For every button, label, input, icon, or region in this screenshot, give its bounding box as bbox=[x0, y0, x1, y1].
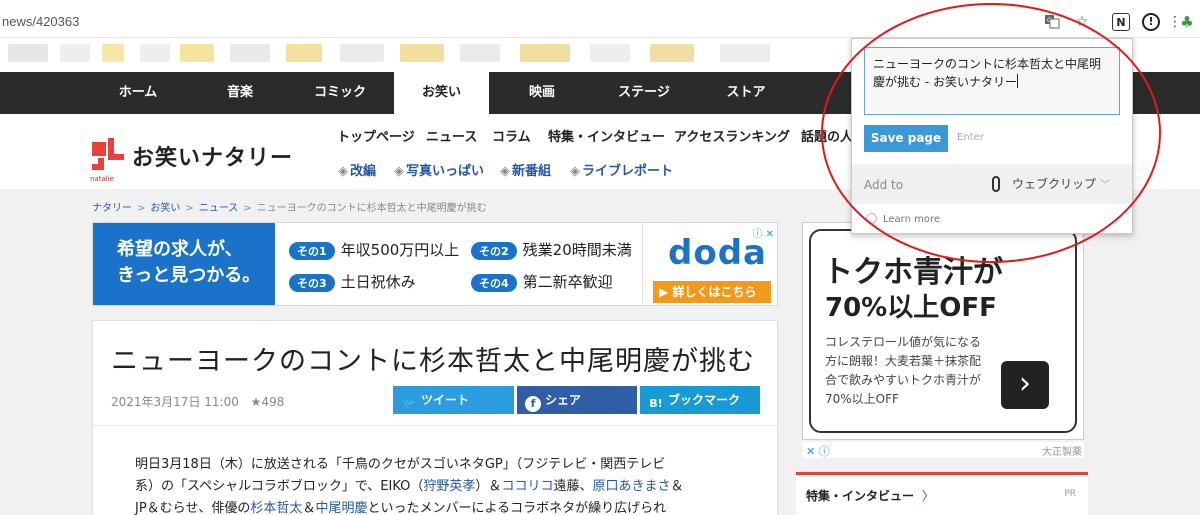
tweet-button[interactable]: 🐦 ツイート bbox=[393, 386, 514, 414]
facebook-share-button[interactable]: f シェア bbox=[517, 386, 637, 414]
doda-item-2: その2 残業20時間未満 bbox=[471, 239, 632, 260]
blurred-bookmark[interactable] bbox=[340, 44, 384, 62]
doda-item-4: その4 第二新卒歓迎 bbox=[471, 271, 613, 292]
article-divider bbox=[93, 425, 777, 426]
doda-ad-banner[interactable]: 希望の求人が、 きっと見つかる。 その1 年収500万円以上 その2 残業20時間未… bbox=[92, 222, 778, 306]
chevron-right-icon[interactable]: › bbox=[1001, 361, 1049, 409]
submenu-photos[interactable]: ◈ 写真いっぱい bbox=[394, 160, 484, 179]
doda-headline: 希望の求人が、 きっと見つかる。 bbox=[93, 223, 275, 305]
tag-icon: ◈ bbox=[500, 164, 510, 179]
submenu-new-shows[interactable]: ◈ 新番組 bbox=[500, 160, 551, 179]
blurred-bookmark[interactable] bbox=[286, 44, 322, 62]
blurred-bookmark[interactable] bbox=[60, 44, 90, 62]
nav-store[interactable]: ストア bbox=[706, 72, 786, 114]
pr-label: PR bbox=[1064, 489, 1076, 499]
article-card: ニューヨークのコントに杉本哲太と中尾明慶が挑む 2021年3月17日 11:00… bbox=[92, 320, 778, 515]
ad-footer: ✕ ⓘ 大正製薬 bbox=[802, 442, 1084, 458]
tag-icon: ◈ bbox=[338, 164, 348, 179]
facebook-icon: f bbox=[525, 396, 541, 412]
doda-cta-button[interactable]: ▶ 詳しくはこちら bbox=[653, 281, 771, 303]
blurred-bookmark[interactable] bbox=[140, 44, 170, 62]
annotation-circle bbox=[821, 3, 1161, 263]
blurred-bookmark[interactable] bbox=[590, 44, 630, 62]
nav-home[interactable]: ホーム bbox=[98, 72, 178, 114]
link-kano-eiko[interactable]: 狩野英孝 bbox=[423, 479, 475, 494]
doda-brand-panel: doda ▶ 詳しくはこちら ⓘ ✕ bbox=[642, 223, 777, 305]
breadcrumb-owarai[interactable]: お笑い bbox=[150, 203, 180, 214]
menu-column[interactable]: コラム bbox=[492, 126, 531, 145]
breadcrumb-natalie[interactable]: ナタリー bbox=[92, 203, 132, 214]
doda-item-3: その3 土日祝休み bbox=[289, 271, 416, 292]
menu-interview[interactable]: 特集・インタビュー bbox=[548, 126, 665, 145]
doda-item-1: その1 年収500万円以上 bbox=[289, 239, 459, 260]
nav-music[interactable]: 音楽 bbox=[200, 72, 280, 114]
article-stars: ★498 bbox=[250, 395, 285, 409]
notion-icon[interactable]: N bbox=[1112, 13, 1130, 31]
sidebar-interview-section: 特集・インタビュー〉 PR bbox=[796, 472, 1088, 515]
alert-icon[interactable]: ! bbox=[1142, 13, 1160, 31]
blurred-bookmark[interactable] bbox=[520, 44, 570, 62]
tag-icon: ◈ bbox=[394, 164, 404, 179]
article-body: 明日3月18日（木）に放送される「千鳥のクセがスゴいネタGP」（フジテレビ・関西… bbox=[135, 457, 684, 515]
link-haraguchi[interactable]: 原口あきまさ bbox=[592, 479, 670, 494]
natalie-logo-icon[interactable] bbox=[90, 136, 126, 172]
blurred-bookmark[interactable] bbox=[230, 44, 270, 62]
link-sugimoto[interactable]: 杉本哲太 bbox=[250, 501, 302, 515]
submenu-live-report[interactable]: ◈ ライブレポート bbox=[570, 160, 673, 179]
twitter-icon: 🐦 bbox=[402, 397, 416, 410]
blurred-bookmark[interactable] bbox=[8, 44, 48, 62]
ad-advertiser: 大正製薬 bbox=[1042, 447, 1082, 458]
hatena-bookmark-button[interactable]: B! ブックマーク bbox=[640, 386, 760, 414]
menu-ranking[interactable]: アクセスランキング bbox=[674, 126, 790, 145]
site-logo-sub: natalie bbox=[90, 175, 114, 183]
link-cocorico[interactable]: ココリコ bbox=[501, 479, 553, 494]
nav-comic[interactable]: コミック bbox=[300, 72, 380, 114]
breadcrumb: ナタリー > お笑い > ニュース > ニューヨークのコントに杉本哲太と中尾明慶が挑む bbox=[92, 203, 487, 214]
menu-top[interactable]: トップページ bbox=[337, 126, 415, 145]
nav-stage[interactable]: ステージ bbox=[604, 72, 684, 114]
sidebar-section-title[interactable]: 特集・インタビュー〉 bbox=[806, 487, 934, 504]
ad-close-icon[interactable]: ✕ ⓘ bbox=[806, 443, 830, 459]
blurred-bookmark[interactable] bbox=[102, 44, 124, 62]
chevron-right-icon: 〉 bbox=[922, 489, 935, 503]
ad-choices-icon[interactable]: ⓘ ✕ bbox=[752, 225, 774, 240]
aojiru-ad-body: コレステロール値が気になる方に朗報！大麦若葉＋抹茶配合で飲みやすいトクホ青汁が7… bbox=[825, 335, 982, 406]
clover-icon[interactable]: ♣ bbox=[1178, 13, 1196, 31]
submenu-kaihen[interactable]: ◈ 改編 bbox=[338, 160, 376, 179]
blurred-bookmark[interactable] bbox=[180, 44, 214, 62]
link-nakao[interactable]: 中尾明慶 bbox=[315, 501, 367, 515]
article-title: ニューヨークのコントに杉本哲太と中尾明慶が挑む bbox=[111, 346, 755, 377]
aojiru-ad-subheadline: 70%以上OFF bbox=[825, 293, 997, 323]
blurred-bookmark[interactable] bbox=[650, 44, 694, 62]
hatena-icon: B! bbox=[649, 397, 663, 410]
blurred-bookmark[interactable] bbox=[460, 44, 500, 62]
article-date: 2021年3月17日 11:00 bbox=[111, 395, 239, 409]
breadcrumb-news[interactable]: ニュース bbox=[199, 203, 239, 214]
blurred-bookmark[interactable] bbox=[720, 44, 770, 62]
article-meta: 2021年3月17日 11:00 ★498 bbox=[111, 393, 284, 410]
blurred-bookmark[interactable] bbox=[400, 44, 444, 62]
site-logo-text[interactable]: お笑いナタリー bbox=[132, 140, 293, 172]
breadcrumb-current: ニューヨークのコントに杉本哲太と中尾明慶が挑む bbox=[256, 203, 487, 214]
url-text[interactable]: news/420363 bbox=[2, 14, 79, 29]
menu-news[interactable]: ニュース bbox=[426, 126, 477, 145]
nav-movie[interactable]: 映画 bbox=[502, 72, 582, 114]
play-icon: ▶ bbox=[659, 285, 673, 299]
nav-owarai[interactable]: お笑い bbox=[394, 72, 489, 114]
tag-icon: ◈ bbox=[570, 164, 580, 179]
